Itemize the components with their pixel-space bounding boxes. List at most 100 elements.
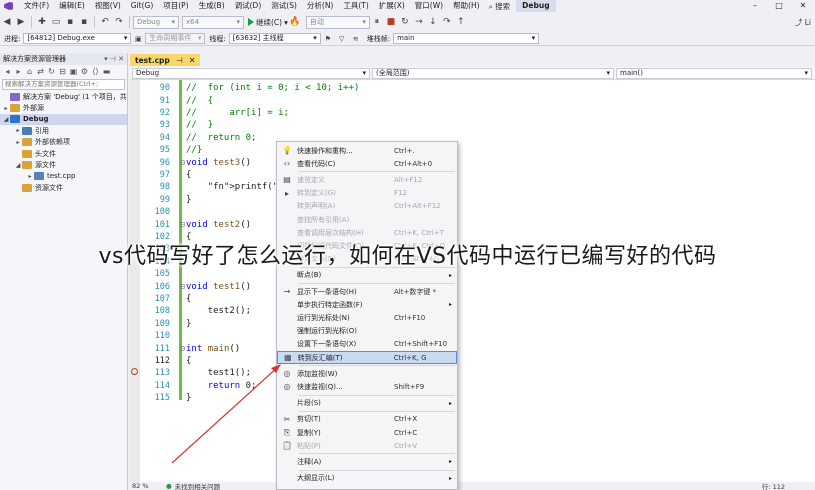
menu-item[interactable]: 视图(V) <box>90 0 126 12</box>
menu-item[interactable]: 文件(F) <box>19 0 54 12</box>
solution-explorer-search-input[interactable]: 搜索解决方案资源管理器(Ctrl+; <box>2 79 125 90</box>
menu-item[interactable]: 调试(D) <box>230 0 267 12</box>
context-menu-item[interactable]: 设置下一条语句(X) Ctrl+Shift+F10 <box>277 338 457 351</box>
breakpoint-icon[interactable] <box>131 368 138 375</box>
menu-item[interactable]: 测试(S) <box>266 0 302 12</box>
expand-arrow-icon[interactable]: ◢ <box>14 162 22 169</box>
menu-item[interactable]: 生成(B) <box>194 0 230 12</box>
menu-item[interactable]: 工具(T) <box>338 0 373 12</box>
context-menu-item[interactable]: ✂ 剪切(T) Ctrl+X <box>277 413 457 426</box>
expand-arrow-icon[interactable]: ▸ <box>26 173 34 180</box>
expand-arrow-icon[interactable]: ◢ <box>2 116 10 123</box>
properties-icon[interactable]: ⚙ <box>79 67 90 76</box>
menu-item[interactable]: 窗口(W) <box>410 0 448 12</box>
menu-item[interactable]: 分析(N) <box>302 0 338 12</box>
preview-icon[interactable]: ⟨⟩ <box>90 67 101 76</box>
continue-button[interactable]: 继续(C) ▾ <box>248 17 288 28</box>
context-menu-item[interactable]: 单步执行特定函数(F) ▸ <box>277 298 457 311</box>
code-editor[interactable]: 90// for (int i = 0; i < 10; i++) 91// {9… <box>130 80 815 482</box>
save-icon[interactable]: ▪ <box>63 17 77 27</box>
step-icon[interactable]: → <box>412 17 426 27</box>
home-icon[interactable]: ⌂ <box>24 67 35 76</box>
tab-test-cpp[interactable]: test.cpp ⊣ ✕ <box>130 54 201 66</box>
context-menu-item[interactable]: 注释(A) ▸ <box>277 455 457 468</box>
platform-select[interactable]: x64 ▾ <box>182 15 244 29</box>
menu-item[interactable]: 扩展(X) <box>374 0 410 12</box>
code-text: } <box>186 393 192 404</box>
lifecycle-events-select[interactable]: 生命周期事件 ▾ <box>145 33 206 44</box>
tree-item[interactable]: ▸ 引用 <box>0 125 127 136</box>
show-all-files-icon[interactable]: ▣ <box>68 67 79 76</box>
hot-reload-icon[interactable]: 🔥 <box>288 17 302 27</box>
thread-select[interactable]: [63632] 主线程 ▾ <box>228 33 321 44</box>
threads-icon[interactable]: ≋ <box>349 35 363 43</box>
global-scope-select[interactable]: (全局范围) ▾ <box>372 67 614 79</box>
step-over-icon[interactable]: ↷ <box>440 17 454 27</box>
tree-item[interactable]: 解决方案 'Debug' (1 个项目，共 <box>0 91 127 102</box>
forward-icon[interactable]: ▸ <box>13 67 24 76</box>
context-menu-item[interactable]: ‹› 查看代码(C) Ctrl+Alt+0 <box>277 157 457 170</box>
tree-item[interactable]: ▸ 外部依赖项 <box>0 137 127 148</box>
auto-select[interactable]: 自动 ▾ <box>305 15 370 29</box>
code-text: { <box>186 355 192 366</box>
context-menu-item[interactable]: → 显示下一条语句(H) Alt+数字键 * <box>277 285 457 298</box>
expand-arrow-icon[interactable]: ▸ <box>14 127 22 134</box>
menu-item[interactable]: 项目(P) <box>158 0 193 12</box>
process-select[interactable]: [64812] Debug.exe ▾ <box>23 33 132 44</box>
back-icon[interactable]: ◂ <box>2 67 13 76</box>
restart-icon[interactable]: ↻ <box>398 17 412 27</box>
pause-icon[interactable]: ⏸ <box>370 17 384 27</box>
redo-icon[interactable]: ↷ <box>112 17 126 27</box>
tree-item[interactable]: ◢ Debug <box>0 113 127 126</box>
expand-arrow-icon[interactable]: ▸ <box>2 105 10 112</box>
maximize-icon[interactable]: □ <box>767 0 791 12</box>
context-menu-item[interactable]: 片段(S) ▸ <box>277 397 457 410</box>
minimize-icon[interactable]: – <box>743 0 767 12</box>
live-share-button[interactable]: ⤴ Li <box>795 17 811 28</box>
context-menu-item[interactable]: ◎ 快速监视(Q)... Shift+F9 <box>277 380 457 393</box>
collapse-all-icon[interactable]: ⊟ <box>57 67 68 76</box>
sync-icon[interactable]: ↻ <box>46 67 57 76</box>
close-icon[interactable]: ✕ <box>791 0 815 12</box>
project-scope-select[interactable]: Debug ▾ <box>132 67 370 79</box>
filter-icon[interactable]: ▽ <box>335 35 349 43</box>
context-menu-item[interactable]: 运行到光标处(N) Ctrl+F10 <box>277 311 457 324</box>
settings-icon[interactable]: ▬ <box>101 67 112 76</box>
new-file-icon[interactable]: ✚ <box>35 17 49 27</box>
tree-item[interactable]: ◢ 源文件 <box>0 159 127 170</box>
menu-item[interactable]: Git(G) <box>126 0 159 12</box>
tree-item[interactable]: 头文件 <box>0 148 127 159</box>
stack-frame-select[interactable]: main ▾ <box>393 33 540 44</box>
zoom-level[interactable]: 82 % <box>132 482 166 490</box>
tree-item[interactable]: ▸ 外部源 <box>0 102 127 113</box>
open-folder-icon[interactable]: ▭ <box>49 17 63 27</box>
search-box[interactable]: ⌕ 搜索 <box>489 1 511 12</box>
function-select[interactable]: main() ▾ <box>616 67 812 79</box>
close-tab-icon[interactable]: ✕ <box>189 56 196 65</box>
context-menu-item[interactable]: 💡 快速操作和重构... Ctrl+. <box>277 144 457 157</box>
undo-icon[interactable]: ↶ <box>98 17 112 27</box>
forward-icon[interactable]: ▶ <box>14 17 28 27</box>
context-menu-item[interactable]: ▦ 转到反汇编(T) Ctrl+K, G <box>277 351 457 364</box>
stop-icon[interactable]: ■ <box>384 17 398 27</box>
breakpoint-margin[interactable] <box>130 80 140 482</box>
pin-icon[interactable]: ▾ ⊣ ✕ <box>104 55 124 63</box>
tree-item[interactable]: ▸ test.cpp <box>0 171 127 182</box>
configuration-select[interactable]: Debug ▾ <box>133 15 179 29</box>
flag-icon[interactable]: ⚑ <box>321 35 335 43</box>
tree-item[interactable]: 资源文件 <box>0 182 127 193</box>
context-menu-item[interactable]: ◎ 添加监视(W) <box>277 367 457 380</box>
expand-arrow-icon[interactable]: ▸ <box>14 139 22 146</box>
step-into-icon[interactable]: ↓ <box>426 17 440 27</box>
context-menu-item[interactable]: 大纲显示(L) ▸ <box>277 472 457 485</box>
context-menu-item[interactable]: 强制运行到光标(O) <box>277 325 457 338</box>
step-out-icon[interactable]: ↑ <box>454 17 468 27</box>
switch-view-icon[interactable]: ⇄ <box>35 67 46 76</box>
back-icon[interactable]: ◀ <box>0 17 14 27</box>
context-menu-item[interactable]: ⎘ 复制(Y) Ctrl+C <box>277 426 457 439</box>
save-all-icon[interactable]: ▪ <box>77 17 91 27</box>
context-menu-item[interactable]: 断点(B) ▸ <box>277 269 457 282</box>
menu-item[interactable]: 帮助(H) <box>448 0 485 12</box>
menu-item[interactable]: 编辑(E) <box>54 0 90 12</box>
pin-tab-icon[interactable]: ⊣ <box>176 56 183 65</box>
